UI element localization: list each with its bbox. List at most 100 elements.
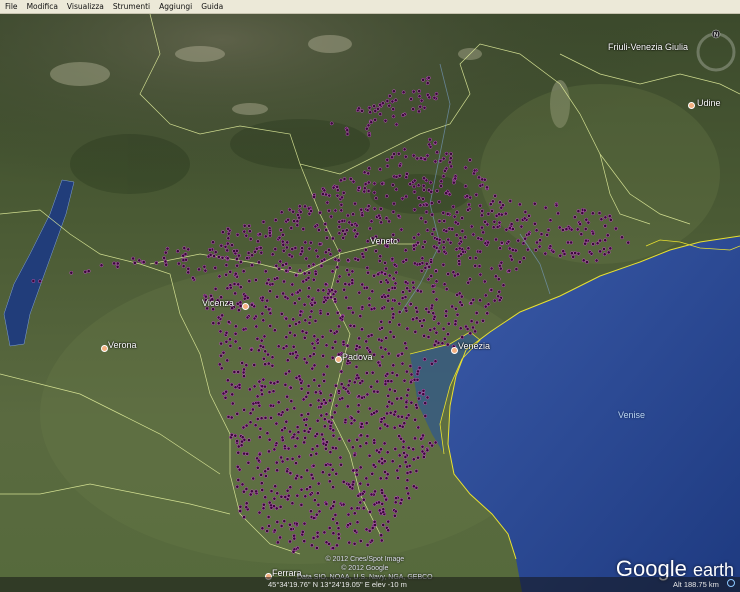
placemark-icon[interactable] — [268, 403, 273, 408]
placemark-icon[interactable] — [304, 394, 309, 399]
placemark-icon[interactable] — [269, 505, 274, 510]
placemark-icon[interactable] — [362, 170, 367, 175]
placemark-icon[interactable] — [341, 228, 345, 233]
placemark-icon[interactable] — [294, 350, 298, 355]
placemark-icon[interactable] — [390, 99, 395, 104]
placemark-icon[interactable] — [419, 289, 423, 294]
placemark-icon[interactable] — [366, 171, 371, 176]
placemark-icon[interactable] — [414, 316, 419, 321]
placemark-icon[interactable] — [307, 264, 311, 269]
placemark-icon[interactable] — [367, 296, 372, 301]
placemark-icon[interactable] — [306, 430, 311, 434]
placemark-icon[interactable] — [383, 422, 387, 427]
placemark-icon[interactable] — [486, 240, 490, 245]
placemark-icon[interactable] — [385, 404, 390, 409]
placemark-icon[interactable] — [351, 445, 355, 450]
placemark-icon[interactable] — [406, 445, 411, 450]
placemark-icon[interactable] — [293, 246, 298, 250]
placemark-icon[interactable] — [302, 417, 307, 422]
placemark-icon[interactable] — [393, 281, 398, 286]
placemark-icon[interactable] — [261, 220, 266, 224]
placemark-icon[interactable] — [396, 214, 401, 218]
placemark-icon[interactable] — [583, 227, 588, 231]
placemark-icon[interactable] — [235, 439, 239, 443]
placemark-icon[interactable] — [573, 251, 577, 255]
placemark-icon[interactable] — [340, 219, 345, 223]
placemark-icon[interactable] — [392, 298, 397, 303]
placemark-icon[interactable] — [365, 543, 370, 547]
placemark-icon[interactable] — [394, 187, 399, 192]
placemark-icon[interactable] — [508, 254, 513, 258]
placemark-icon[interactable] — [350, 222, 354, 227]
placemark-icon[interactable] — [306, 384, 311, 388]
placemark-icon[interactable] — [191, 276, 195, 280]
placemark-icon[interactable] — [350, 482, 355, 487]
placemark-icon[interactable] — [266, 361, 271, 366]
placemark-icon[interactable] — [442, 282, 447, 287]
placemark-icon[interactable] — [263, 349, 268, 354]
placemark-icon[interactable] — [351, 212, 355, 217]
placemark-icon[interactable] — [366, 334, 371, 339]
placemark-icon[interactable] — [403, 460, 408, 464]
placemark-icon[interactable] — [344, 228, 349, 233]
placemark-icon[interactable] — [473, 329, 477, 334]
placemark-icon[interactable] — [298, 309, 303, 314]
placemark-icon[interactable] — [285, 245, 289, 250]
placemark-icon[interactable] — [307, 286, 311, 291]
placemark-icon[interactable] — [131, 256, 135, 261]
placemark-icon[interactable] — [416, 455, 420, 460]
placemark-icon[interactable] — [390, 371, 395, 375]
placemark-icon[interactable] — [282, 519, 287, 523]
placemark-icon[interactable] — [566, 240, 570, 245]
placemark-icon[interactable] — [401, 113, 405, 118]
placemark-icon[interactable] — [317, 228, 321, 232]
placemark-icon[interactable] — [397, 322, 402, 327]
placemark-icon[interactable] — [406, 387, 411, 392]
placemark-icon[interactable] — [379, 319, 384, 324]
placemark-icon[interactable] — [324, 443, 328, 447]
placemark-icon[interactable] — [186, 247, 191, 252]
placemark-icon[interactable] — [428, 137, 432, 142]
placemark-icon[interactable] — [448, 240, 453, 245]
placemark-icon[interactable] — [324, 192, 328, 197]
placemark-icon[interactable] — [416, 232, 421, 237]
placemark-icon[interactable] — [334, 446, 338, 451]
placemark-icon[interactable] — [421, 433, 425, 438]
placemark-icon[interactable] — [285, 488, 290, 493]
placemark-icon[interactable] — [393, 98, 398, 103]
placemark-icon[interactable] — [523, 236, 527, 241]
placemark-icon[interactable] — [307, 321, 312, 325]
placemark-icon[interactable] — [310, 447, 315, 451]
placemark-icon[interactable] — [476, 236, 481, 241]
placemark-icon[interactable] — [337, 248, 342, 253]
placemark-icon[interactable] — [417, 94, 422, 99]
placemark-icon[interactable] — [422, 239, 427, 244]
placemark-icon[interactable] — [475, 320, 479, 325]
placemark-icon[interactable] — [380, 354, 385, 359]
placemark-icon[interactable] — [333, 513, 338, 517]
placemark-icon[interactable] — [392, 412, 397, 417]
placemark-icon[interactable] — [459, 294, 464, 299]
placemark-icon[interactable] — [277, 412, 281, 417]
placemark-icon[interactable] — [332, 410, 337, 415]
placemark-icon[interactable] — [355, 232, 360, 236]
placemark-icon[interactable] — [287, 266, 292, 270]
placemark-icon[interactable] — [230, 243, 234, 247]
placemark-icon[interactable] — [244, 487, 249, 491]
placemark-icon[interactable] — [259, 338, 264, 343]
placemark-icon[interactable] — [498, 200, 502, 205]
placemark-icon[interactable] — [263, 234, 268, 239]
placemark-icon[interactable] — [421, 245, 425, 249]
placemark-icon[interactable] — [509, 222, 514, 226]
placemark-icon[interactable] — [258, 232, 262, 237]
placemark-icon[interactable] — [367, 303, 372, 308]
placemark-icon[interactable] — [330, 415, 334, 420]
map-view[interactable]: Friuli-Venezia Giulia Udine Veneto Vicen… — [0, 14, 740, 592]
placemark-icon[interactable] — [335, 265, 340, 270]
placemark-icon[interactable] — [556, 211, 560, 216]
placemark-icon[interactable] — [368, 226, 372, 231]
placemark-icon[interactable] — [473, 264, 478, 268]
placemark-icon[interactable] — [228, 337, 232, 342]
placemark-icon[interactable] — [244, 233, 249, 238]
placemark-icon[interactable] — [273, 328, 277, 333]
